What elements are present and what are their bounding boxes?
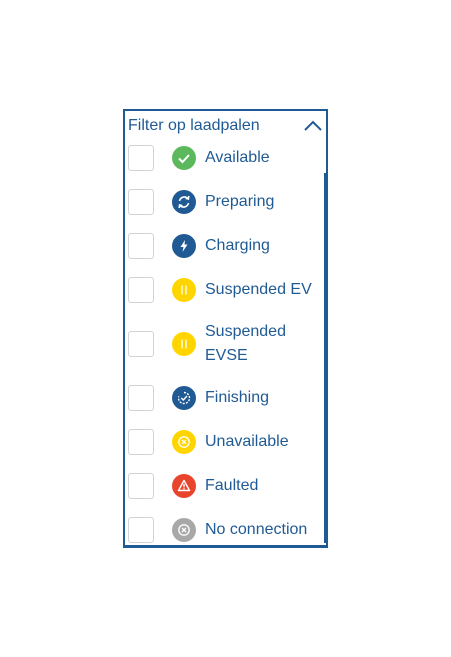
finishing-icon [172, 386, 196, 410]
filter-item-label: Suspended EV [205, 281, 312, 298]
filter-title: Filter op laadpalen [128, 117, 260, 134]
chevron-up-icon[interactable] [302, 118, 324, 134]
filter-item-label-line2: EVSE [205, 347, 248, 364]
refresh-icon [172, 190, 196, 214]
checkbox-unavailable[interactable] [128, 429, 154, 455]
filter-item-label: Preparing [205, 193, 275, 210]
filter-item-label: No connection [205, 521, 308, 538]
unavailable-icon [172, 430, 196, 454]
filter-item-label-line1: Suspended [205, 323, 286, 340]
filter-item-label: Faulted [205, 477, 259, 494]
filter-item-label: Charging [205, 237, 270, 254]
filter-item-label: Available [205, 149, 270, 166]
filter-panel: Filter op laadpalen Available Preparing [123, 109, 328, 548]
checkbox-preparing[interactable] [128, 189, 154, 215]
check-icon [172, 146, 196, 170]
checkbox-no-connection[interactable] [128, 517, 154, 543]
scrollbar[interactable] [324, 173, 326, 543]
lightning-icon [172, 234, 196, 258]
checkbox-charging[interactable] [128, 233, 154, 259]
checkbox-available[interactable] [128, 145, 154, 171]
checkbox-finishing[interactable] [128, 385, 154, 411]
checkbox-suspended-ev[interactable] [128, 277, 154, 303]
checkbox-faulted[interactable] [128, 473, 154, 499]
filter-item-label: Finishing [205, 389, 270, 406]
filter-header[interactable]: Filter op laadpalen [128, 116, 326, 138]
pause-icon [172, 278, 196, 302]
pause-icon [172, 332, 196, 356]
no-connection-icon [172, 518, 196, 542]
checkbox-suspended-evse[interactable] [128, 331, 154, 357]
warning-icon [172, 474, 196, 498]
filter-item-label: Unavailable [205, 433, 289, 450]
